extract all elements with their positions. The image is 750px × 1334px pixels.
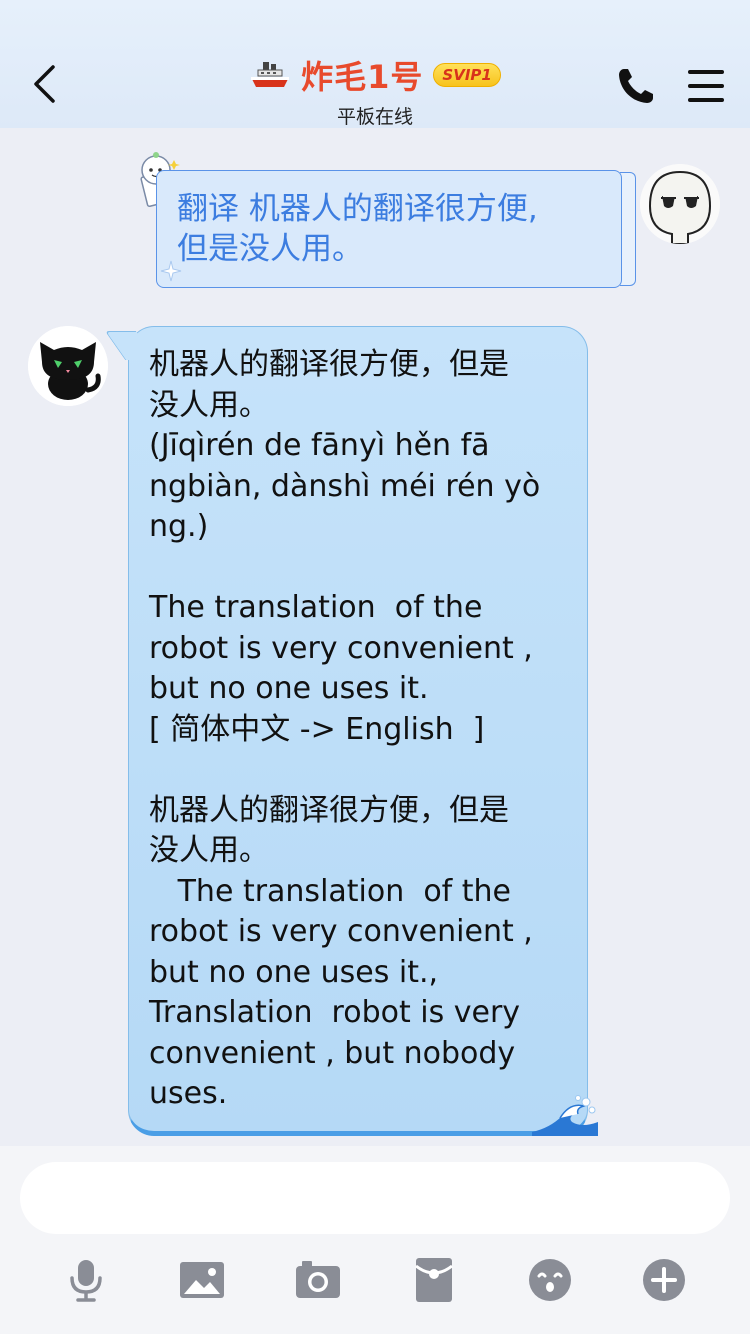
black-cat-avatar-icon [28, 326, 108, 406]
voice-button[interactable] [62, 1256, 110, 1304]
ship-icon [251, 62, 290, 87]
chat-title: 炸毛1号 [301, 58, 424, 96]
plus-icon [643, 1259, 685, 1301]
phone-icon [619, 69, 653, 103]
camera-button[interactable] [294, 1256, 342, 1304]
microphone-icon [70, 1260, 102, 1302]
menu-icon [688, 70, 724, 102]
my-avatar[interactable] [640, 164, 720, 244]
chat-area[interactable]: 翻译 机器人的翻译很方便, 但是没人用。 机器人的翻译很方便，但是 没人用。 (… [0, 128, 750, 1146]
message-input[interactable] [20, 1162, 730, 1234]
bubble-tab-decoration [620, 172, 636, 286]
bot-avatar[interactable] [28, 326, 108, 406]
input-bar [0, 1146, 750, 1334]
menu-button[interactable] [684, 64, 728, 108]
camera-icon [296, 1261, 340, 1298]
more-button[interactable] [640, 1256, 688, 1304]
emoji-icon [529, 1259, 571, 1301]
bot-message-bubble[interactable]: 机器人的翻译很方便，但是 没人用。 (Jīqìrén de fānyì hěn … [128, 326, 588, 1136]
blob-face-avatar-icon [640, 164, 720, 244]
sparkle-icon [160, 260, 182, 282]
my-message-text: 翻译 机器人的翻译很方便, 但是没人用。 [177, 191, 538, 267]
call-button[interactable] [614, 64, 658, 108]
my-message-bubble[interactable]: 翻译 机器人的翻译很方便, 但是没人用。 [156, 170, 622, 288]
emoji-button[interactable] [526, 1256, 574, 1304]
wave-decoration-icon [532, 1095, 598, 1136]
red-packet-icon [415, 1258, 453, 1302]
svip-badge: SVIP1 [433, 63, 501, 87]
bot-message-text: 机器人的翻译很方便，但是 没人用。 (Jīqìrén de fānyì hěn … [149, 347, 541, 1111]
image-button[interactable] [178, 1256, 226, 1304]
image-icon [180, 1262, 224, 1298]
red-packet-button[interactable] [410, 1256, 458, 1304]
chat-header: 炸毛1号 SVIP1 平板在线 [0, 0, 750, 128]
